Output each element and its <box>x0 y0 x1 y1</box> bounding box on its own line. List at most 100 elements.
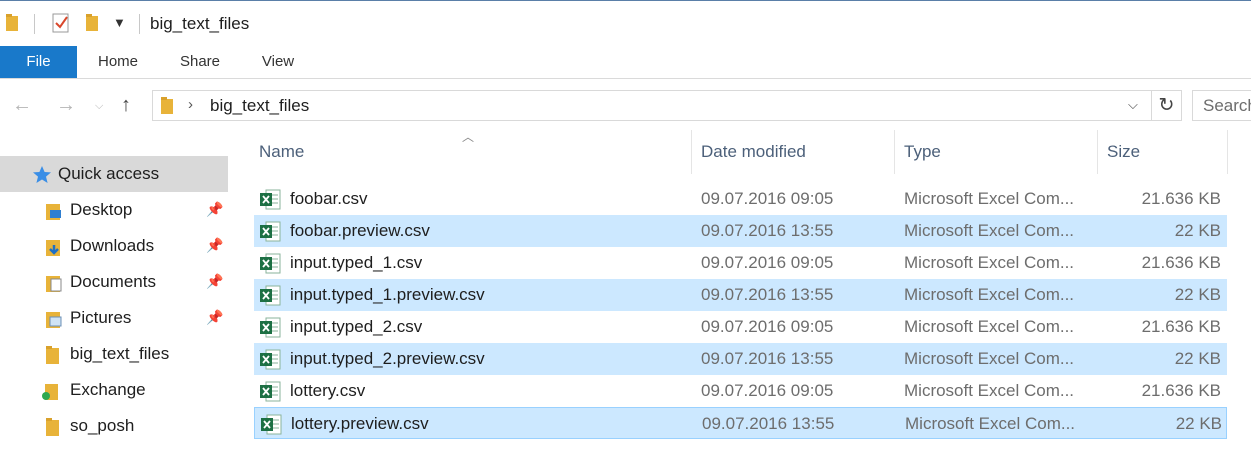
column-divider[interactable] <box>1227 130 1228 174</box>
column-divider[interactable] <box>691 130 692 174</box>
up-arrow-icon[interactable]: ↑ <box>121 94 131 117</box>
separator <box>34 14 35 34</box>
file-size: 21.636 KB <box>1141 189 1221 208</box>
forward-arrow-icon[interactable]: → <box>56 94 76 117</box>
navigation-bar: ← → ⌵ ↑ › big_text_files ⌵ ↻ Search <box>0 80 1251 130</box>
excel-csv-icon <box>261 414 282 435</box>
file-row[interactable]: foobar.preview.csv 09.07.2016 13:55 Micros… <box>254 215 1227 247</box>
file-size: 22 KB <box>1174 221 1221 240</box>
tab-home[interactable]: Home <box>86 46 150 78</box>
sidebar-item-exchange[interactable]: Exchange <box>0 372 228 408</box>
file-date-modified: 09.07.2016 09:05 <box>701 253 834 272</box>
sidebar-item-pictures[interactable]: Pictures 📌 <box>0 300 228 336</box>
file-name[interactable]: lottery.csv <box>290 381 365 401</box>
sidebar-item-label: Downloads <box>70 236 155 255</box>
tab-view[interactable]: View <box>250 46 306 78</box>
file-size: 21.636 KB <box>1141 317 1221 336</box>
excel-csv-icon <box>260 189 281 210</box>
file-type: Microsoft Excel Com... <box>904 221 1075 240</box>
folder-icon <box>46 418 59 436</box>
pin-icon[interactable]: 📌 <box>206 273 223 290</box>
sidebar-item-desktop[interactable]: Desktop 📌 <box>0 192 228 228</box>
file-row[interactable]: input.typed_1.csv 09.07.2016 09:05 Microso… <box>254 247 1227 279</box>
sidebar-item-big-text-files[interactable]: big_text_files <box>0 336 228 372</box>
file-size: 21.636 KB <box>1141 253 1221 272</box>
search-placeholder: Search <box>1203 96 1251 115</box>
excel-csv-icon <box>260 253 281 274</box>
tab-share[interactable]: Share <box>170 46 230 78</box>
file-date-modified: 09.07.2016 13:55 <box>701 285 834 304</box>
file-name[interactable]: foobar.preview.csv <box>290 221 430 241</box>
file-date-modified: 09.07.2016 13:55 <box>701 349 834 368</box>
file-name[interactable]: foobar.csv <box>290 189 368 209</box>
pictures-folder-icon <box>46 312 62 328</box>
file-date-modified: 09.07.2016 09:05 <box>701 381 834 400</box>
file-type: Microsoft Excel Com... <box>905 414 1076 433</box>
star-icon <box>33 166 51 183</box>
downloads-folder-icon <box>46 240 60 256</box>
breadcrumb[interactable]: big_text_files <box>210 96 309 116</box>
column-divider[interactable] <box>894 130 895 174</box>
file-size: 22 KB <box>1174 349 1221 368</box>
pin-icon[interactable]: 📌 <box>206 237 223 254</box>
chevron-right-icon[interactable]: › <box>188 96 193 113</box>
column-header-type[interactable]: Type <box>904 142 1094 178</box>
file-date-modified: 09.07.2016 09:05 <box>701 317 834 336</box>
back-arrow-icon[interactable]: ← <box>12 94 32 117</box>
file-type: Microsoft Excel Com... <box>904 381 1075 400</box>
sidebar-item-documents[interactable]: Documents 📌 <box>0 264 228 300</box>
address-bar[interactable]: › big_text_files ⌵ <box>152 90 1152 121</box>
tab-file[interactable]: File <box>0 46 77 78</box>
pin-icon[interactable]: 📌 <box>206 201 223 218</box>
sidebar-item-label: Desktop <box>70 200 133 219</box>
file-date-modified: 09.07.2016 13:55 <box>702 414 835 433</box>
desktop-folder-icon <box>46 204 61 220</box>
file-type: Microsoft Excel Com... <box>904 285 1075 304</box>
file-row[interactable]: input.typed_2.preview.csv 09.07.2016 13:5… <box>254 343 1227 375</box>
file-size: 21.636 KB <box>1141 381 1221 400</box>
pin-icon[interactable]: 📌 <box>206 309 223 326</box>
excel-csv-icon <box>260 285 281 306</box>
refresh-icon[interactable]: ↻ <box>1152 90 1182 121</box>
file-size: 22 KB <box>1174 285 1221 304</box>
sidebar-item-downloads[interactable]: Downloads 📌 <box>0 228 228 264</box>
excel-csv-icon <box>260 349 281 370</box>
search-input[interactable]: Search <box>1192 90 1251 121</box>
file-row[interactable]: input.typed_1.preview.csv 09.07.2016 13:5… <box>254 279 1227 311</box>
file-list: ︿ Name Date modified Type Size foobar.cs… <box>230 130 1251 449</box>
column-header-date[interactable]: Date modified <box>701 142 891 178</box>
sidebar-item-label: big_text_files <box>70 344 170 363</box>
file-type: Microsoft Excel Com... <box>904 317 1075 336</box>
file-row[interactable]: lottery.csv 09.07.2016 09:05 Microsoft Exc… <box>254 375 1227 407</box>
column-header-name[interactable]: Name <box>259 142 689 178</box>
file-row[interactable]: lottery.preview.csv 09.07.2016 13:55 Micro… <box>254 407 1227 439</box>
file-name[interactable]: input.typed_1.csv <box>290 253 422 273</box>
sidebar-item-so-posh[interactable]: so_posh <box>0 408 228 444</box>
column-header-size[interactable]: Size <box>1107 142 1227 178</box>
sidebar-item-quick-access[interactable]: Quick access <box>0 156 228 192</box>
navigation-pane: Quick access Desktop 📌 Downloads 📌 Docum… <box>0 130 230 449</box>
file-name[interactable]: input.typed_2.preview.csv <box>290 349 485 369</box>
folder-icon <box>6 14 18 31</box>
file-row[interactable]: input.typed_2.csv 09.07.2016 09:05 Microso… <box>254 311 1227 343</box>
folder-icon <box>161 97 173 114</box>
file-name[interactable]: input.typed_1.preview.csv <box>290 285 485 305</box>
new-folder-icon[interactable] <box>86 14 100 31</box>
chevron-down-icon[interactable]: ⌵ <box>1128 97 1138 113</box>
file-date-modified: 09.07.2016 13:55 <box>701 221 834 240</box>
file-row[interactable]: foobar.csv 09.07.2016 09:05 Microsoft Exce… <box>254 183 1227 215</box>
excel-csv-icon <box>260 221 281 242</box>
title-bar: ▼ big_text_files <box>0 0 1251 46</box>
file-type: Microsoft Excel Com... <box>904 253 1075 272</box>
column-divider[interactable] <box>1097 130 1098 174</box>
sidebar-item-label: Quick access <box>58 164 160 183</box>
ribbon-tabs: File Home Share View <box>0 46 1251 79</box>
recent-locations-icon[interactable]: ⌵ <box>95 100 103 113</box>
excel-csv-icon <box>260 317 281 338</box>
customize-toolbar-icon[interactable]: ▼ <box>113 15 126 30</box>
file-name[interactable]: input.typed_2.csv <box>290 317 422 337</box>
properties-icon[interactable] <box>52 13 70 33</box>
sidebar-item-label: Pictures <box>70 308 132 327</box>
separator <box>139 14 140 34</box>
file-name[interactable]: lottery.preview.csv <box>291 414 429 434</box>
